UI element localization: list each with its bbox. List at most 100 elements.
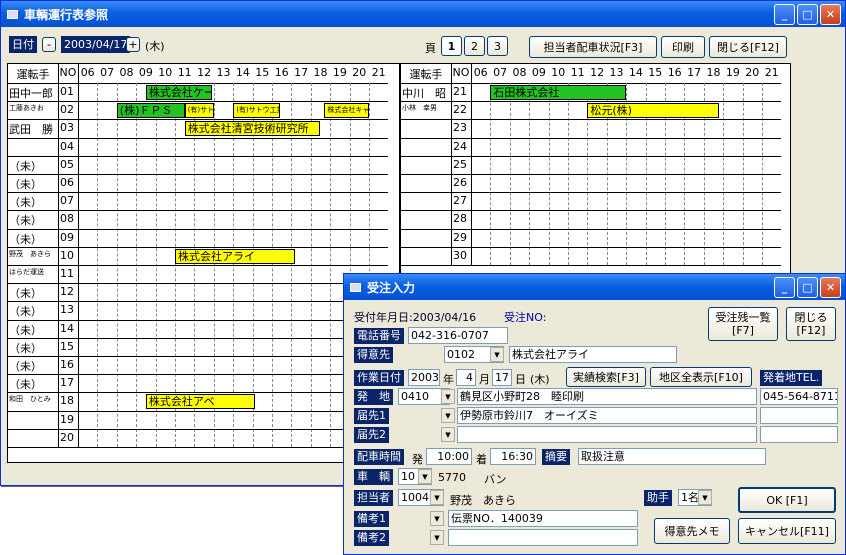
origin-address-field[interactable]: 鶴見区小野町28 睦印刷 [457, 388, 757, 405]
customer-memo-button[interactable]: 得意先メモ [654, 518, 730, 544]
row-number: 06 [60, 176, 74, 189]
schedule-bar[interactable]: 株式会社アライ [175, 248, 296, 264]
row-number: 11 [60, 267, 74, 280]
chevron-down-icon[interactable]: ▼ [490, 347, 504, 362]
row-number: 12 [60, 285, 74, 299]
row-number: 28 [453, 212, 467, 226]
close-window-button[interactable]: ✕ [820, 4, 841, 25]
schedule-bar[interactable]: 株式会社清宮技術研究所 [184, 121, 321, 137]
ok-button[interactable]: OK [F1] [738, 487, 836, 513]
vehicle-label: 車 輌 [354, 469, 393, 485]
row-number: 19 [60, 412, 74, 426]
hour-label: 10 [551, 66, 566, 79]
date-label: 日付 [9, 36, 37, 53]
page-2-button[interactable]: 2 [464, 36, 485, 56]
remaining-orders-button[interactable]: 受注残一覧 [F7] [708, 307, 778, 341]
chevron-down-icon[interactable]: ▼ [430, 530, 444, 545]
origin-tel-field[interactable]: 045-564-8711 [760, 388, 838, 405]
hour-label: 13 [216, 66, 231, 79]
row-line [8, 356, 389, 357]
schedule-bar[interactable]: 株式会社キャニー [324, 103, 369, 119]
helper-label: 助手 [644, 490, 672, 506]
row-line [401, 210, 782, 212]
hour-label: 11 [177, 66, 192, 79]
hour-label: 18 [706, 66, 721, 79]
row-number: 30 [453, 248, 467, 262]
minimize-button[interactable]: _ [774, 277, 795, 298]
day-field[interactable]: 17 [492, 369, 512, 386]
hour-label: 15 [255, 66, 270, 79]
schedule-bar[interactable]: 松元(株) [587, 103, 720, 119]
year-field[interactable]: 2003 [408, 369, 440, 386]
row-number: 07 [60, 194, 74, 208]
phone-field[interactable]: 042-316-0707 [408, 327, 508, 344]
remark1-label: 備考1 [354, 511, 389, 527]
order-window-title: 受注入力 [367, 280, 416, 295]
row-line [8, 246, 389, 248]
customer-name-field[interactable]: 株式会社アライ [509, 346, 677, 363]
phone-label: 電話番号 [354, 328, 404, 344]
hour-label: 08 [119, 66, 134, 79]
schedule-bar[interactable]: 石田株式会社 [490, 85, 627, 100]
chevron-down-icon[interactable]: ▼ [430, 511, 444, 526]
dest2-tel-field[interactable] [760, 426, 838, 443]
chevron-down-icon[interactable]: ▼ [441, 427, 455, 442]
page-3-button[interactable]: 3 [487, 36, 508, 56]
day-unit: 日 [515, 373, 526, 386]
schedule-bar[interactable]: (有)サトウ工業 [233, 103, 280, 119]
dest2-address-field[interactable] [457, 426, 757, 443]
row-number: 25 [453, 157, 467, 171]
row-number: 10 [60, 248, 74, 262]
customer-label: 得意先 [354, 347, 393, 363]
driver-name: 野茂 あきら [9, 249, 51, 258]
driver-name: （未） [9, 323, 42, 337]
driver-name: （未） [9, 232, 42, 246]
row-number: 08 [60, 212, 74, 226]
row-line [401, 192, 782, 194]
page-1-button[interactable]: 1 [441, 36, 462, 56]
close-button[interactable]: 閉じる[F12] [709, 36, 787, 58]
date-minus-button[interactable]: - [42, 37, 56, 52]
chevron-down-icon[interactable]: ▼ [698, 490, 712, 505]
hour-label: 21 [371, 66, 386, 79]
remark2-field[interactable] [448, 529, 638, 546]
dispatch-status-button[interactable]: 担当者配車状況[F3] [529, 36, 657, 58]
schedule-bar[interactable]: (有)サトウ工業 [184, 103, 214, 119]
chevron-down-icon[interactable]: ▼ [441, 389, 455, 404]
driver-name: （未） [9, 159, 42, 173]
print-button[interactable]: 印刷 [661, 36, 705, 58]
dest1-address-field[interactable]: 伊勢原市鈴川7 オーイズミ [457, 407, 757, 424]
maximize-button[interactable]: □ [797, 4, 818, 25]
row-number: 20 [60, 430, 74, 444]
schedule-bar[interactable]: 株式会社アベ [145, 394, 255, 410]
driver-name: 武田 勝 [9, 123, 53, 137]
driver-name: （未） [9, 214, 42, 228]
depart-time-field[interactable]: 10:00 [426, 448, 472, 465]
month-field[interactable]: 4 [456, 369, 476, 386]
history-search-button[interactable]: 実績検索[F3] [566, 367, 646, 387]
schedule-bar[interactable]: (株)ＦＰＳ [116, 103, 185, 119]
order-close-button[interactable]: 閉じる [F12] [786, 307, 836, 341]
area-display-button[interactable]: 地区全表示[F10] [650, 367, 752, 387]
close-window-button[interactable]: ✕ [820, 277, 841, 298]
minimize-button[interactable]: _ [774, 4, 795, 25]
date-plus-button[interactable]: + [126, 37, 140, 52]
dest1-tel-field[interactable] [760, 407, 838, 424]
origin-tel-label: 発着地TEL. [760, 370, 823, 386]
hour-label: 08 [512, 66, 527, 79]
chevron-down-icon[interactable]: ▼ [430, 490, 444, 505]
note-field[interactable]: 取扱注意 [578, 448, 766, 465]
row-line [8, 447, 389, 448]
chevron-down-icon[interactable]: ▼ [441, 408, 455, 423]
maximize-button[interactable]: □ [797, 277, 818, 298]
row-line [401, 101, 782, 103]
chevron-down-icon[interactable]: ▼ [418, 469, 432, 484]
driver-name: （未） [9, 287, 42, 301]
schedule-bar[interactable]: 株式会社ケーブル [145, 85, 212, 100]
weekday-label: (木) [145, 40, 165, 53]
cancel-button[interactable]: キャンセル[F11] [738, 518, 836, 544]
remark1-field[interactable]: 伝票NO．140039 [448, 510, 638, 527]
no-header: NO [452, 66, 470, 79]
date-field[interactable]: 2003/04/17 [61, 36, 131, 53]
arrive-time-field[interactable]: 16:30 [490, 448, 536, 465]
